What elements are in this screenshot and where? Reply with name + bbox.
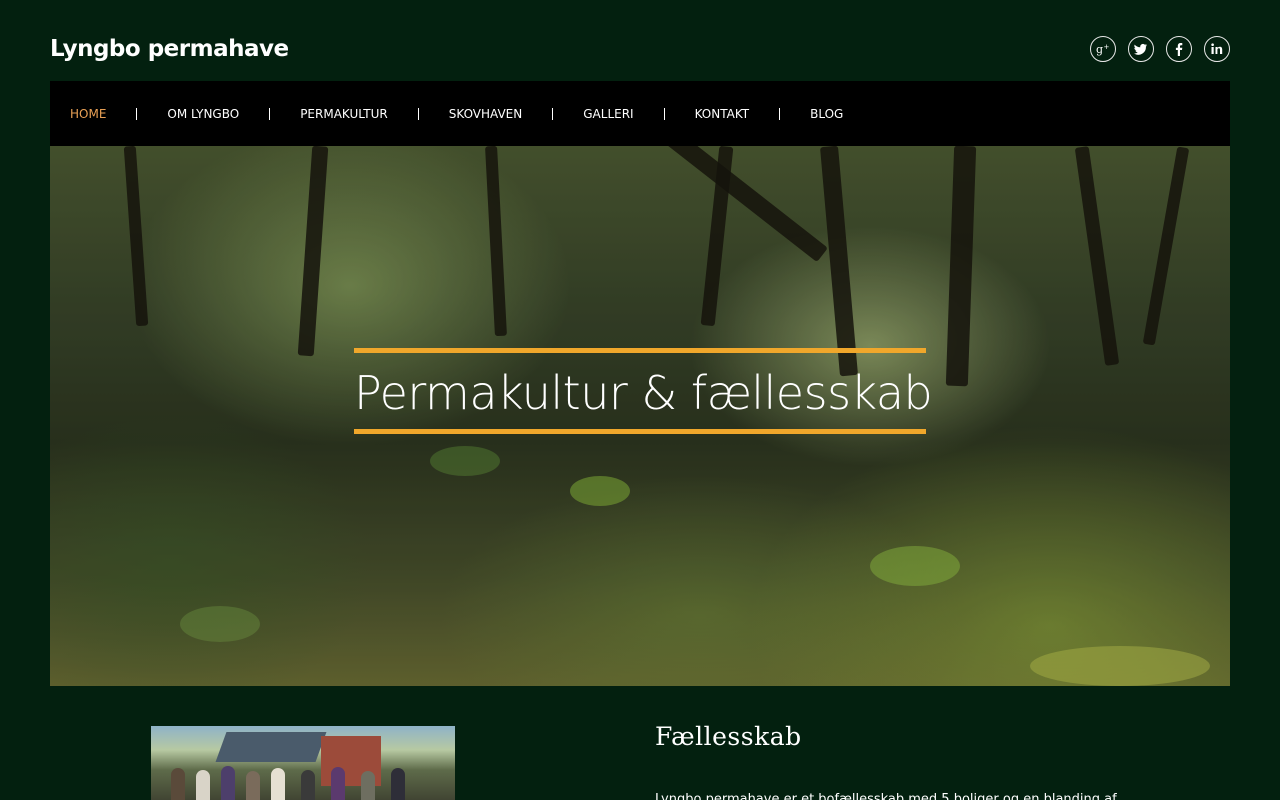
photo-person: [301, 770, 315, 800]
nav-item-galleri[interactable]: GALLERI: [552, 107, 663, 120]
hero-top-rule: [354, 348, 926, 353]
svg-text:+: +: [1104, 43, 1110, 51]
photo-person: [331, 767, 345, 800]
photo-person: [361, 771, 375, 800]
photo-roof: [215, 732, 327, 762]
nav-item-skovhaven[interactable]: SKOVHAVEN: [417, 107, 553, 120]
photo-person: [246, 771, 260, 800]
photo-person: [196, 770, 210, 800]
section-heading: Fællesskab: [655, 722, 802, 751]
nav-item-home[interactable]: HOME: [50, 108, 136, 120]
hero-banner: Permakultur & fællesskab: [50, 146, 1230, 686]
page: Lyngbo permahave g + HOME OM LYNGBO PERMA…: [0, 0, 1280, 800]
nav-item-permakultur[interactable]: PERMAKULTUR: [269, 107, 418, 120]
svg-text:g: g: [1096, 43, 1103, 56]
photo-person: [271, 768, 285, 800]
twitter-icon[interactable]: [1128, 36, 1154, 62]
google-plus-icon[interactable]: g +: [1090, 36, 1116, 62]
hero-title: Permakultur & fællesskab: [354, 366, 933, 420]
main-nav: HOME OM LYNGBO PERMAKULTUR SKOVHAVEN GAL…: [50, 81, 1230, 146]
social-links: g +: [1090, 36, 1230, 62]
photo-person: [171, 768, 185, 800]
site-title[interactable]: Lyngbo permahave: [50, 36, 289, 62]
photo-person: [221, 766, 235, 800]
section-text: Lyngbo permahave er et bofællesskab med …: [655, 792, 1117, 800]
hero-bottom-rule: [354, 429, 926, 434]
nav-item-blog[interactable]: BLOG: [779, 107, 873, 120]
linkedin-icon[interactable]: [1204, 36, 1230, 62]
nav-item-kontakt[interactable]: KONTAKT: [663, 107, 780, 120]
facebook-icon[interactable]: [1166, 36, 1192, 62]
hero-title-block: Permakultur & fællesskab: [354, 348, 933, 434]
nav-item-om-lyngbo[interactable]: OM LYNGBO: [136, 107, 269, 120]
community-photo: [151, 726, 455, 800]
photo-person: [391, 768, 405, 800]
